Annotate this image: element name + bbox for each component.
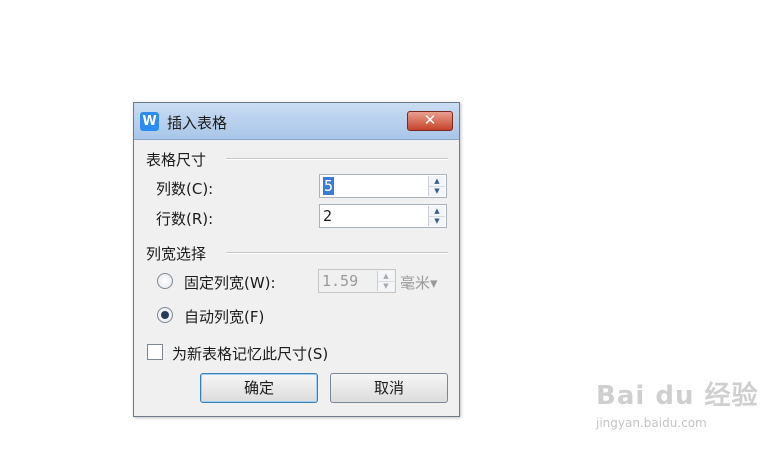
fixed-width-value: 1.59 bbox=[322, 272, 359, 290]
fixed-width-spinner[interactable]: 1.59 ▲ ▼ bbox=[318, 269, 396, 293]
rows-value[interactable]: 2 bbox=[323, 207, 332, 225]
column-width-section-title: 列宽选择 bbox=[146, 245, 207, 263]
auto-width-radio[interactable] bbox=[157, 307, 173, 323]
spin-down-icon[interactable]: ▼ bbox=[429, 216, 445, 226]
spin-down-icon[interactable]: ▼ bbox=[429, 186, 445, 196]
width-unit-select[interactable]: 毫米▾ bbox=[400, 272, 438, 293]
rows-label: 行数(R): bbox=[156, 210, 214, 228]
dialog-titlebar[interactable]: W 插入表格 ✕ bbox=[134, 103, 459, 140]
fixed-width-radio[interactable] bbox=[157, 273, 173, 289]
watermark-url: jingyan.baidu.com bbox=[596, 416, 707, 430]
columns-spinner[interactable]: 5 ▲ ▼ bbox=[319, 174, 447, 198]
fixed-width-label: 固定列宽(W): bbox=[184, 274, 276, 292]
cancel-button[interactable]: 取消 bbox=[330, 373, 448, 403]
section-divider bbox=[226, 158, 448, 160]
baidu-jingyan-watermark: Bai du 经验 jingyan.baidu.com bbox=[596, 375, 759, 430]
watermark-brand: Bai du 经验 bbox=[596, 381, 759, 411]
rows-spinner[interactable]: 2 ▲ ▼ bbox=[319, 204, 447, 228]
fixed-width-spin-arrows[interactable]: ▲ ▼ bbox=[377, 271, 394, 291]
section-divider bbox=[226, 252, 448, 254]
ok-button[interactable]: 确定 bbox=[200, 373, 318, 403]
remember-size-label: 为新表格记忆此尺寸(S) bbox=[172, 345, 329, 363]
wps-app-icon: W bbox=[140, 112, 159, 131]
spin-down-icon[interactable]: ▼ bbox=[378, 281, 394, 291]
rows-spin-arrows[interactable]: ▲ ▼ bbox=[428, 206, 445, 226]
columns-value[interactable]: 5 bbox=[323, 177, 335, 195]
remember-size-checkbox[interactable] bbox=[147, 344, 163, 360]
close-button[interactable]: ✕ bbox=[407, 111, 453, 131]
columns-label: 列数(C): bbox=[156, 180, 214, 198]
columns-spin-arrows[interactable]: ▲ ▼ bbox=[428, 176, 445, 196]
dialog-title: 插入表格 bbox=[167, 114, 228, 132]
table-size-section-title: 表格尺寸 bbox=[146, 151, 207, 169]
insert-table-dialog: W 插入表格 ✕ 表格尺寸 列数(C): 5 ▲ ▼ 行数(R): 2 ▲ ▼ … bbox=[133, 102, 460, 417]
auto-width-label: 自动列宽(F) bbox=[184, 308, 265, 326]
